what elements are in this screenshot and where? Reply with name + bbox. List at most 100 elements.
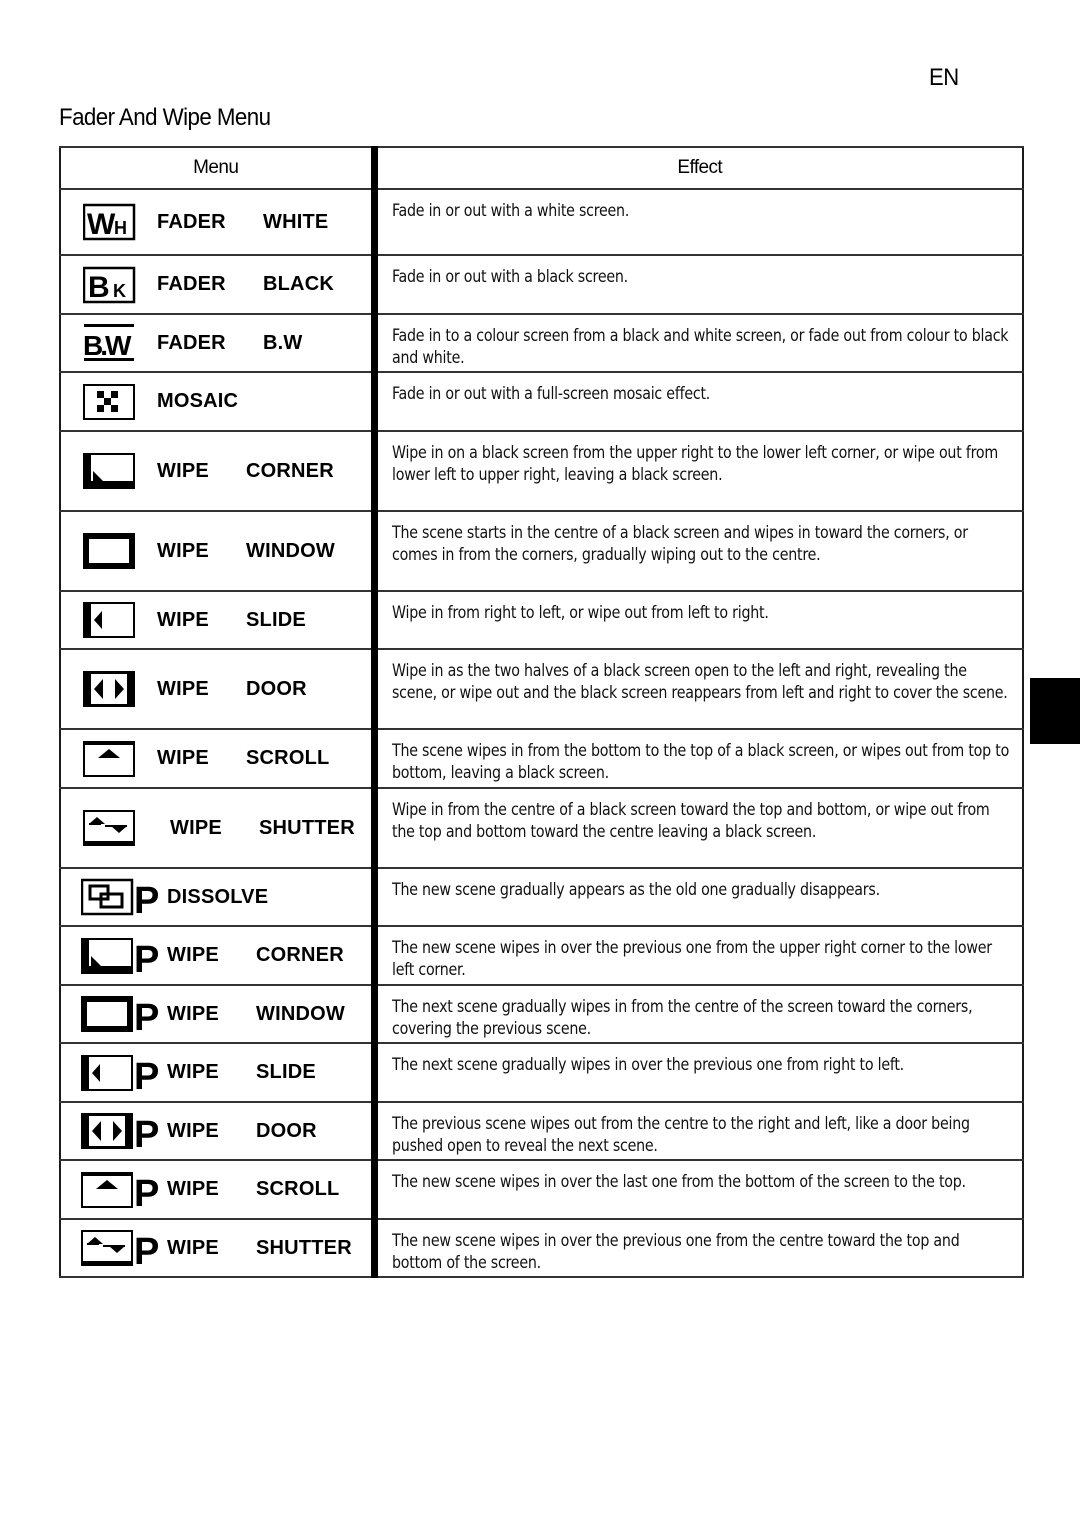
fader-black-icon: BK [83, 264, 137, 306]
menu-label-secondary: B.W [263, 331, 303, 354]
svg-text:P: P [134, 880, 159, 918]
menu-label-primary: WIPE [167, 1178, 219, 1200]
menu-item: P WIPE SLIDE [61, 1052, 371, 1094]
menu-item: P WIPE SCROLL [61, 1169, 371, 1211]
menu-cell: B.W FADER B.W [60, 313, 378, 373]
menu-label-primary: WIPE [167, 944, 219, 966]
menu-label-primary: DISSOLVE [167, 885, 269, 908]
table-row: P DISSOLVE The new scene gradually appears… [60, 867, 1023, 927]
column-header-menu: Menu [60, 146, 378, 190]
menu-cell: P WIPE SLIDE [60, 1042, 378, 1103]
effect-description: The scene starts in the centre of a blac… [391, 523, 968, 565]
menu-cell: WIPE SCROLL [60, 728, 378, 789]
svg-text:B: B [88, 271, 110, 304]
menu-label-primary: FADER [157, 210, 226, 233]
svg-text:P: P [134, 1231, 159, 1269]
table-row: WIPE SCROLL The scene wipes in from the bo… [60, 728, 1023, 789]
menu-item: P WIPE WINDOW [61, 993, 371, 1035]
svg-text:P: P [134, 997, 159, 1035]
wipe-slide-p-icon: P [81, 1052, 161, 1094]
wipe-window-icon [83, 530, 137, 572]
table-row: WIPE SHUTTER Wipe in from the centre of a … [60, 787, 1023, 869]
menu-item: B K FADER BLACK [61, 264, 371, 306]
table-row: P WIPE WINDOW The next scene gradually wipe… [60, 984, 1023, 1044]
effect-description: Fade in or out with a black screen. [391, 267, 628, 287]
menu-label-secondary: SLIDE [246, 608, 306, 631]
effect-cell: Wipe in from the centre of a black scree… [374, 787, 1023, 869]
menu-item: P WIPE DOOR [61, 1110, 371, 1152]
table-row: P WIPE SHUTTER The new scene wipes in over … [60, 1218, 1023, 1278]
effect-cell: Fade in or out with a full-screen mosaic… [374, 371, 1023, 432]
menu-cell: WIPE WINDOW [60, 510, 378, 592]
page-title: Fader And Wipe Menu [59, 104, 271, 131]
effect-cell: The next scene gradually wipes in from t… [374, 984, 1023, 1044]
menu-label-primary: WIPE [170, 816, 222, 839]
menu-cell: WIPE SHUTTER [60, 787, 378, 869]
wipe-shutter-icon [83, 807, 137, 849]
effect-cell: Fade in or out with a white screen. [374, 188, 1023, 256]
menu-label-primary: MOSAIC [157, 390, 239, 412]
menu-label-secondary: DOOR [256, 1119, 317, 1142]
effect-cell: Wipe in on a black screen from the upper… [374, 430, 1023, 512]
menu-item: B.W FADER B.W [61, 322, 371, 364]
effect-description: The new scene wipes in over the previous… [391, 1231, 960, 1273]
menu-label-secondary: WINDOW [246, 539, 335, 562]
table-row: WIPE SLIDE Wipe in from right to left, or … [60, 590, 1023, 650]
wipe-door-icon [83, 668, 137, 710]
menu-cell: P WIPE WINDOW [60, 984, 378, 1044]
wipe-shutter-p-icon: P [81, 1227, 161, 1269]
menu-label-primary: FADER [157, 273, 226, 295]
menu-cell: P WIPE CORNER [60, 925, 378, 986]
effect-description: The previous scene wipes out from the ce… [391, 1114, 970, 1156]
effect-description: Fade in to a colour screen from a black … [391, 326, 1009, 368]
menu-label-primary: WIPE [167, 1236, 219, 1259]
svg-text:P: P [134, 1173, 159, 1211]
menu-item: WIPE SHUTTER [61, 807, 371, 849]
table-row: WIPE CORNER Wipe in on a black screen from… [60, 430, 1023, 512]
menu-cell: B K FADER BLACK [60, 254, 378, 315]
menu-item: WIPE SCROLL [61, 738, 371, 780]
table-header-row: Menu Effect [60, 146, 1023, 190]
menu-cell: MOSAIC [60, 371, 378, 432]
table-row: W H FADER WHITE Fade in or out with a white … [60, 188, 1023, 256]
menu-label-primary: WIPE [157, 539, 209, 562]
menu-label-primary: WIPE [157, 677, 209, 700]
column-header-effect: Effect [374, 146, 1023, 190]
menu-label-secondary: SLIDE [256, 1061, 316, 1083]
menu-cell: P WIPE SHUTTER [60, 1218, 378, 1278]
menu-label-primary: WIPE [167, 1002, 219, 1025]
effect-cell: The new scene wipes in over the previous… [374, 925, 1023, 986]
menu-item: P WIPE SHUTTER [61, 1227, 371, 1269]
menu-label-secondary: CORNER [256, 944, 344, 966]
menu-item: P DISSOLVE [61, 876, 371, 918]
menu-item: WIPE SLIDE [61, 599, 371, 641]
table-row: WIPE DOOR Wipe in as the two halves of a b… [60, 648, 1023, 730]
menu-label-primary: WIPE [157, 747, 209, 769]
menu-label-secondary: CORNER [246, 459, 334, 482]
effect-description: Fade in or out with a full-screen mosaic… [391, 384, 710, 404]
dissolve-p-icon: P [81, 876, 161, 918]
wipe-corner-p-icon: P [81, 935, 161, 977]
svg-text:P: P [134, 1056, 159, 1094]
table-row: B K FADER BLACK Fade in or out with a black … [60, 254, 1023, 315]
effect-description: Wipe in on a black screen from the upper… [391, 443, 998, 485]
table-row: P WIPE SLIDE The next scene gradually wipes… [60, 1042, 1023, 1103]
fader-bw-icon: B.W [83, 322, 137, 364]
menu-item: WIPE DOOR [61, 668, 371, 710]
svg-text:B.W: B.W [83, 330, 132, 361]
menu-label-secondary: SHUTTER [256, 1236, 352, 1259]
menu-label-secondary: SHUTTER [259, 816, 355, 839]
effect-cell: The previous scene wipes out from the ce… [374, 1101, 1023, 1161]
svg-text:K: K [113, 281, 126, 301]
table-row: B.W FADER B.W Fade in to a colour screen fr… [60, 313, 1023, 373]
effect-description: Wipe in from the centre of a black scree… [391, 800, 990, 842]
fader-white-icon: WH [83, 201, 137, 243]
svg-text:W: W [87, 208, 116, 241]
menu-cell: WIPE DOOR [60, 648, 378, 730]
mosaic-icon [83, 381, 137, 423]
effect-description: Wipe in as the two halves of a black scr… [391, 661, 1008, 703]
effect-cell: Fade in to a colour screen from a black … [374, 313, 1023, 373]
menu-label-secondary: WHITE [263, 210, 329, 233]
menu-item: MOSAIC [61, 381, 371, 423]
svg-text:H: H [114, 218, 127, 238]
